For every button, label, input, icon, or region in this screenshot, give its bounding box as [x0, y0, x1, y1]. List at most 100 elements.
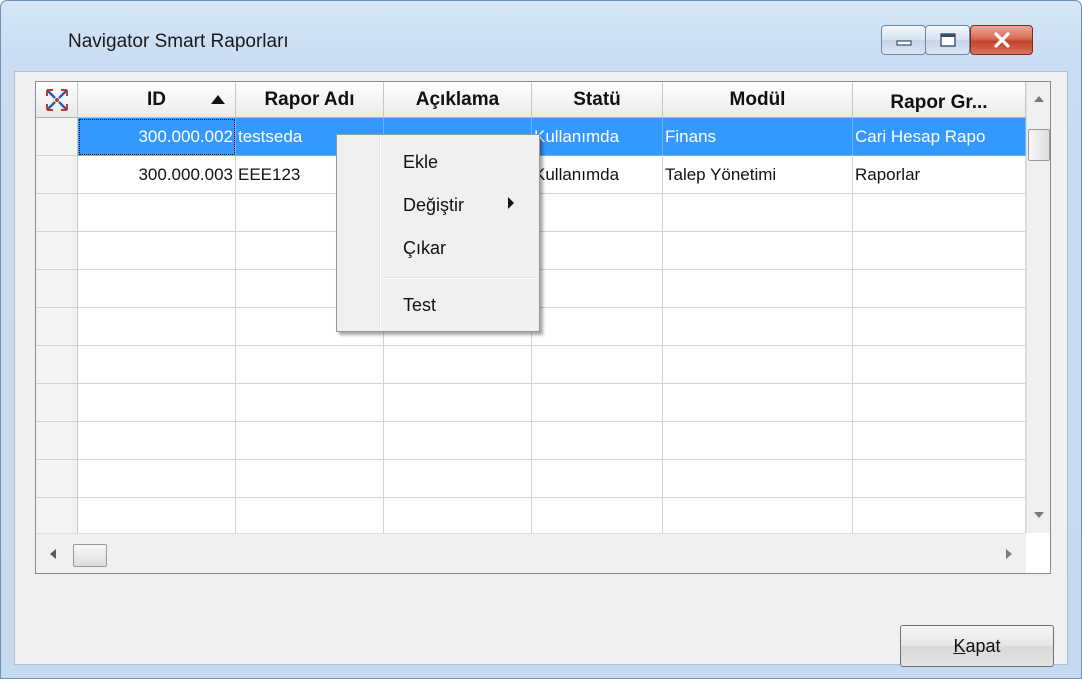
column-header-statu[interactable]: Statü	[532, 82, 663, 118]
cell-id[interactable]: 300.000.002	[78, 118, 236, 156]
empty-cell[interactable]	[532, 498, 663, 536]
vertical-scroll-thumb[interactable]	[1028, 129, 1050, 161]
row-header[interactable]	[36, 232, 78, 270]
submenu-arrow-icon	[508, 197, 514, 209]
sort-ascending-icon	[211, 95, 225, 104]
empty-cell[interactable]	[663, 460, 853, 498]
empty-cell[interactable]	[853, 498, 1026, 536]
horizontal-scroll-thumb[interactable]	[73, 544, 107, 567]
empty-cell[interactable]	[78, 460, 236, 498]
report-window: Navigator Smart Raporları ID Rapor Adı A…	[0, 0, 1082, 679]
row-header[interactable]	[36, 346, 78, 384]
empty-cell[interactable]	[663, 270, 853, 308]
empty-cell[interactable]	[236, 346, 384, 384]
empty-cell[interactable]	[663, 384, 853, 422]
row-header[interactable]	[36, 270, 78, 308]
column-header-rapor-grubu[interactable]: Rapor Gr...	[853, 82, 1026, 118]
column-header-label: Modül	[729, 88, 786, 110]
empty-cell[interactable]	[853, 308, 1026, 346]
empty-cell[interactable]	[78, 194, 236, 232]
empty-cell[interactable]	[532, 422, 663, 460]
menu-item-test[interactable]: Test	[403, 295, 436, 316]
row-header[interactable]	[36, 118, 78, 156]
cell-modul[interactable]: Talep Yönetimi	[663, 156, 853, 194]
empty-cell[interactable]	[78, 498, 236, 536]
empty-cell[interactable]	[532, 232, 663, 270]
kapat-accelerator: K	[953, 635, 966, 656]
empty-cell[interactable]	[663, 498, 853, 536]
cell-rapor-grubu[interactable]: Raporlar	[853, 156, 1026, 194]
empty-cell[interactable]	[78, 308, 236, 346]
row-header[interactable]	[36, 194, 78, 232]
empty-cell[interactable]	[236, 384, 384, 422]
empty-cell[interactable]	[384, 422, 532, 460]
window-title: Navigator Smart Raporları	[68, 31, 289, 52]
empty-cell[interactable]	[853, 194, 1026, 232]
scroll-right-icon[interactable]	[1006, 549, 1012, 559]
minimize-button[interactable]	[881, 25, 926, 55]
empty-cell[interactable]	[384, 460, 532, 498]
empty-cell[interactable]	[853, 270, 1026, 308]
column-header-aciklama[interactable]: Açıklama	[384, 82, 532, 118]
cell-modul[interactable]: Finans	[663, 118, 853, 156]
empty-cell[interactable]	[78, 422, 236, 460]
row-header[interactable]	[36, 308, 78, 346]
empty-cell[interactable]	[532, 384, 663, 422]
empty-cell[interactable]	[532, 270, 663, 308]
empty-cell[interactable]	[78, 232, 236, 270]
row-header[interactable]	[36, 384, 78, 422]
empty-cell[interactable]	[853, 460, 1026, 498]
empty-cell[interactable]	[78, 384, 236, 422]
empty-cell[interactable]	[663, 194, 853, 232]
horizontal-scrollbar[interactable]	[36, 533, 1026, 573]
row-header[interactable]	[36, 498, 78, 536]
scroll-up-icon[interactable]	[1034, 96, 1044, 102]
empty-cell[interactable]	[663, 232, 853, 270]
column-header-modul[interactable]: Modül	[663, 82, 853, 118]
kapat-label: apat	[965, 635, 1001, 656]
menu-item-ekle[interactable]: Ekle	[403, 152, 438, 173]
scroll-down-icon[interactable]	[1034, 512, 1044, 518]
empty-cell[interactable]	[853, 232, 1026, 270]
cell-id[interactable]: 300.000.003	[78, 156, 236, 194]
menu-item-cikar[interactable]: Çıkar	[403, 238, 446, 259]
empty-cell[interactable]	[532, 346, 663, 384]
reports-grid[interactable]: ID Rapor Adı Açıklama Statü Modül Rapor …	[35, 81, 1051, 574]
context-menu: Ekle Değiştir Çıkar Test	[336, 134, 540, 332]
empty-cell[interactable]	[853, 422, 1026, 460]
empty-cell[interactable]	[663, 422, 853, 460]
row-header[interactable]	[36, 422, 78, 460]
empty-cell[interactable]	[532, 194, 663, 232]
select-all-corner[interactable]	[36, 82, 78, 118]
kapat-button[interactable]: Kapat	[900, 625, 1054, 667]
close-icon	[993, 32, 1010, 48]
column-header-id[interactable]: ID	[78, 82, 236, 118]
empty-cell[interactable]	[236, 422, 384, 460]
empty-cell[interactable]	[384, 346, 532, 384]
empty-cell[interactable]	[532, 460, 663, 498]
empty-cell[interactable]	[853, 346, 1026, 384]
empty-cell[interactable]	[236, 498, 384, 536]
empty-cell[interactable]	[384, 498, 532, 536]
empty-cell[interactable]	[663, 346, 853, 384]
scroll-left-icon[interactable]	[50, 549, 56, 559]
maximize-button[interactable]	[925, 25, 970, 55]
cell-statu[interactable]: Kullanımda	[532, 156, 663, 194]
empty-cell[interactable]	[663, 308, 853, 346]
empty-cell[interactable]	[853, 384, 1026, 422]
column-header-label: Açıklama	[415, 88, 500, 110]
row-header[interactable]	[36, 156, 78, 194]
menu-item-degistir[interactable]: Değiştir	[403, 195, 464, 216]
cell-statu[interactable]: Kullanımda	[532, 118, 663, 156]
empty-cell[interactable]	[384, 384, 532, 422]
row-header[interactable]	[36, 460, 78, 498]
close-button[interactable]	[970, 25, 1033, 55]
minimize-icon	[895, 40, 912, 46]
empty-cell[interactable]	[78, 270, 236, 308]
column-header-rapor-adi[interactable]: Rapor Adı	[236, 82, 384, 118]
cell-rapor-grubu[interactable]: Cari Hesap Rapo	[853, 118, 1026, 156]
empty-cell[interactable]	[236, 460, 384, 498]
vertical-scrollbar[interactable]	[1026, 82, 1050, 533]
empty-cell[interactable]	[78, 346, 236, 384]
empty-cell[interactable]	[532, 308, 663, 346]
